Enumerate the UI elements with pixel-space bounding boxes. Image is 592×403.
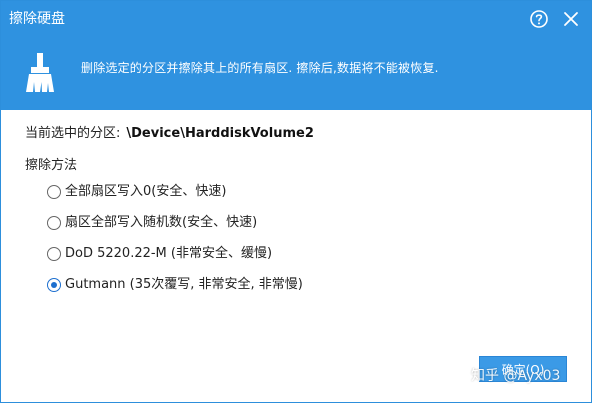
radio-label: DoD 5220.22-M (非常安全、缓慢) [65, 246, 273, 261]
partition-label: 当前选中的分区: [25, 126, 121, 141]
wipe-method-label: 擦除方法 [25, 158, 78, 173]
partition-value: \Device\HarddiskVolume2 [126, 126, 314, 141]
radio-button[interactable] [47, 247, 61, 261]
radio-label: 全部扇区写入0(安全、快速) [65, 184, 227, 199]
banner-message: 删除选定的分区并擦除其上的所有扇区. 擦除后,数据将不能被恢复. [81, 61, 439, 75]
window-title: 擦除硬盘 [9, 11, 65, 27]
info-banner: 删除选定的分区并擦除其上的所有扇区. 擦除后,数据将不能被恢复. [1, 37, 591, 110]
radio-label: 扇区全部写入随机数(安全、快速) [65, 215, 258, 230]
broom-icon [20, 51, 60, 95]
title-bar: 擦除硬盘 [1, 1, 591, 37]
help-icon[interactable] [527, 7, 551, 31]
selected-partition: 当前选中的分区: \Device\HarddiskVolume2 [25, 125, 314, 143]
radio-label: Gutmann (35次覆写, 非常安全, 非常慢) [65, 277, 303, 292]
radio-button[interactable] [47, 216, 61, 230]
ok-button[interactable]: 确定(O) [479, 356, 567, 382]
close-icon[interactable] [559, 7, 583, 31]
radio-button[interactable] [47, 278, 61, 292]
radio-button[interactable] [47, 185, 61, 199]
wipe-disk-dialog: 擦除硬盘 删除选定的分区并擦除其上的所有扇区. 擦除后,数据将不能被恢复. 当前… [0, 0, 592, 403]
